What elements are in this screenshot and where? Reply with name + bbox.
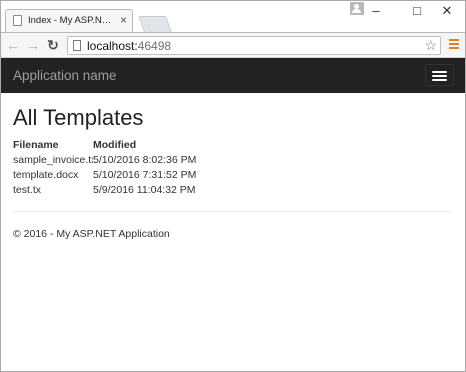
new-tab-button[interactable] <box>138 16 172 32</box>
bookmark-star-icon[interactable]: ☆ <box>424 37 437 54</box>
filename-cell: template.docx <box>13 168 79 181</box>
filename-cell: test.tx <box>13 183 42 196</box>
minimize-button[interactable]: – <box>358 1 394 21</box>
close-window-button[interactable]: ✕ <box>429 1 465 21</box>
modified-cell: 5/10/2016 7:31:52 PM <box>93 168 197 181</box>
url-text[interactable]: localhost:46498 <box>87 39 171 53</box>
browser-tab[interactable]: Index - My ASP.NET Applica × <box>5 9 133 32</box>
tab-title: Index - My ASP.NET Applica <box>28 15 116 26</box>
url-host: localhost: <box>87 39 138 53</box>
page-icon <box>73 40 81 51</box>
table-row: template.docx 5/10/2016 7:31:52 PM <box>13 167 196 182</box>
modified-cell: 5/10/2016 8:02:36 PM <box>93 153 197 166</box>
browser-toolbar: ← → ↻ localhost:46498 ☆ <box>1 32 465 58</box>
column-header-filename: Filename <box>13 138 59 151</box>
table-row: test.tx 5/9/2016 11:04:32 PM <box>13 182 196 197</box>
site-navbar: Application name <box>1 58 465 93</box>
navbar-toggle-button[interactable] <box>425 64 454 86</box>
browser-window: Index - My ASP.NET Applica × – □ ✕ ← → ↻… <box>0 0 466 372</box>
tab-close-icon[interactable]: × <box>120 13 127 27</box>
tab-strip: Index - My ASP.NET Applica × – □ ✕ <box>1 1 465 32</box>
templates-table: Filename Modified sample_invoice.tx 5/10… <box>13 137 196 197</box>
modified-cell: 5/9/2016 11:04:32 PM <box>93 183 196 196</box>
back-button[interactable]: ← <box>5 36 21 54</box>
reload-button[interactable]: ↻ <box>45 36 61 54</box>
page-title: All Templates <box>13 105 144 130</box>
forward-button[interactable]: → <box>25 36 41 54</box>
footer-divider <box>13 211 453 212</box>
url-port: 46498 <box>137 39 172 53</box>
column-header-modified: Modified <box>93 138 137 151</box>
hamburger-bar <box>432 79 447 81</box>
browser-menu-icon[interactable] <box>449 39 459 51</box>
table-row: sample_invoice.tx 5/10/2016 8:02:36 PM <box>13 152 196 167</box>
brand-link[interactable]: Application name <box>13 68 117 83</box>
table-header-row: Filename Modified <box>13 137 196 152</box>
footer-text: © 2016 - My ASP.NET Application <box>13 228 170 240</box>
page-favicon-icon <box>13 15 22 26</box>
address-bar[interactable]: localhost:46498 ☆ <box>67 36 441 55</box>
hamburger-bar <box>432 71 447 73</box>
hamburger-bar <box>432 75 447 77</box>
filename-cell: sample_invoice.tx <box>13 153 93 166</box>
